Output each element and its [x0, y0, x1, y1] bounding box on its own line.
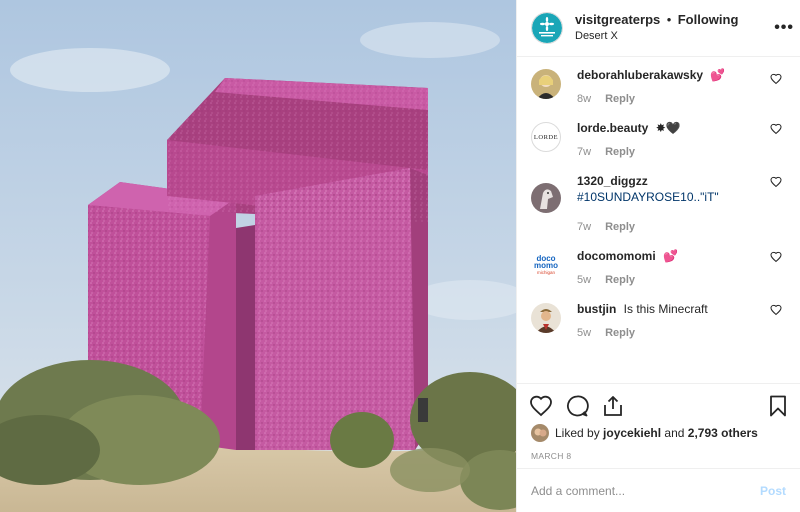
liker-avatar-icon [531, 424, 549, 442]
comment-username[interactable]: deborahluberakawsky [577, 68, 703, 82]
comments-list[interactable]: deborahluberakawsky 💕 8w Reply LORDE lor… [517, 57, 800, 383]
reply-button[interactable]: Reply [605, 219, 635, 235]
comment-age[interactable]: 7w [577, 144, 591, 160]
liker-username[interactable]: joycekiehl [603, 426, 661, 440]
comment-meta: 5w Reply [577, 325, 767, 341]
commenter-avatar[interactable]: doco momo michigan [531, 250, 561, 280]
comment-text: ✸🖤 [655, 121, 681, 135]
comment-age[interactable]: 5w [577, 325, 591, 341]
comment-item: 1320_diggzz #10SUNDAYROSE10.."iT" 7w Rep… [517, 160, 800, 235]
post-header-meta: visitgreaterps • Following Desert X [575, 12, 738, 44]
post-side-panel: visitgreaterps • Following Desert X ••• [516, 0, 800, 512]
comment-username[interactable]: bustjin [577, 302, 616, 316]
comment-meta: 5w Reply [577, 272, 767, 288]
share-icon[interactable] [601, 394, 625, 418]
comment-item: deborahluberakawsky 💕 8w Reply [517, 57, 800, 107]
comment-body: deborahluberakawsky 💕 8w Reply [577, 67, 767, 107]
comment-item: doco momo michigan docomomomi 💕 5w Reply [517, 235, 800, 288]
comment-item: bustjin Is this Minecraft 5w Reply [517, 288, 800, 341]
visitgreaterps-logo-icon [532, 13, 562, 43]
commenter-avatar[interactable] [531, 69, 561, 99]
likes-count-link[interactable]: 2,793 others [688, 426, 758, 440]
heart-icon[interactable] [529, 394, 553, 418]
desert-sculpture-image [0, 0, 516, 512]
comment-username[interactable]: 1320_diggzz [577, 174, 648, 188]
lorde-avatar-text: LORDE [533, 133, 559, 141]
comment-meta: 8w Reply [577, 91, 767, 107]
comment-body: 1320_diggzz #10SUNDAYROSE10.."iT" 7w Rep… [577, 173, 767, 235]
reply-button[interactable]: Reply [605, 272, 635, 288]
instagram-post: visitgreaterps • Following Desert X ••• [0, 0, 800, 512]
comment-text: 💕 [663, 249, 678, 263]
post-comment-button[interactable]: Post [760, 484, 786, 498]
post-date[interactable]: MARCH 8 [531, 451, 571, 461]
comment-age[interactable]: 7w [577, 219, 591, 235]
commenter-avatar[interactable] [531, 303, 561, 333]
comment-age[interactable]: 8w [577, 91, 591, 107]
post-username[interactable]: visitgreaterps [575, 12, 660, 27]
liker-avatar[interactable] [531, 424, 549, 442]
avatar-horse-icon [531, 183, 561, 213]
reply-button[interactable]: Reply [605, 325, 635, 341]
comment-like-heart-icon[interactable] [770, 251, 782, 263]
post-photo[interactable] [0, 0, 516, 512]
commenter-avatar[interactable] [531, 183, 561, 213]
likes-prefix: Liked by [555, 426, 600, 440]
comment-body: docomomomi 💕 5w Reply [577, 248, 767, 288]
comment-item: LORDE lorde.beauty ✸🖤 7w Reply [517, 107, 800, 160]
post-location[interactable]: Desert X [575, 28, 738, 44]
comment-meta: 7w Reply [577, 144, 767, 160]
docomomo-avatar-text-3: michigan [536, 269, 555, 275]
comment-username[interactable]: docomomomi [577, 249, 656, 263]
docomomo-avatar-text-2: momo [534, 260, 558, 270]
add-comment-input[interactable] [531, 483, 760, 498]
comment-hashtag-link[interactable]: #10SUNDAYROSE10.."iT" [577, 189, 767, 205]
comment-text: Is this Minecraft [623, 302, 708, 316]
commenter-avatar[interactable]: LORDE [531, 122, 561, 152]
comment-like-heart-icon[interactable] [770, 73, 782, 85]
more-options-icon[interactable]: ••• [774, 19, 794, 37]
comment-text: 💕 [710, 68, 726, 82]
comment-body: lorde.beauty ✸🖤 7w Reply [577, 120, 767, 160]
follow-button[interactable]: Following [678, 12, 739, 27]
comment-icon[interactable] [565, 394, 589, 418]
account-avatar[interactable] [531, 12, 563, 44]
comment-body: bustjin Is this Minecraft 5w Reply [577, 301, 767, 341]
reply-button[interactable]: Reply [605, 91, 635, 107]
comment-username[interactable]: lorde.beauty [577, 121, 648, 135]
comment-like-heart-icon[interactable] [770, 304, 782, 316]
reply-button[interactable]: Reply [605, 144, 635, 160]
comment-age[interactable]: 5w [577, 272, 591, 288]
avatar-man-icon [531, 303, 561, 333]
comment-like-heart-icon[interactable] [770, 176, 782, 188]
avatar-photo-icon [531, 69, 561, 99]
header-separator: • [666, 12, 672, 27]
comment-meta: 7w Reply [577, 219, 767, 235]
post-actions-bar [517, 383, 800, 427]
likes-summary: Liked by joycekiehl and 2,793 others [531, 424, 758, 442]
comment-like-heart-icon[interactable] [770, 123, 782, 135]
add-comment-bar: Post [517, 468, 800, 512]
bookmark-icon[interactable] [766, 394, 790, 418]
likes-and: and [664, 426, 685, 440]
post-header: visitgreaterps • Following Desert X ••• [517, 0, 800, 57]
